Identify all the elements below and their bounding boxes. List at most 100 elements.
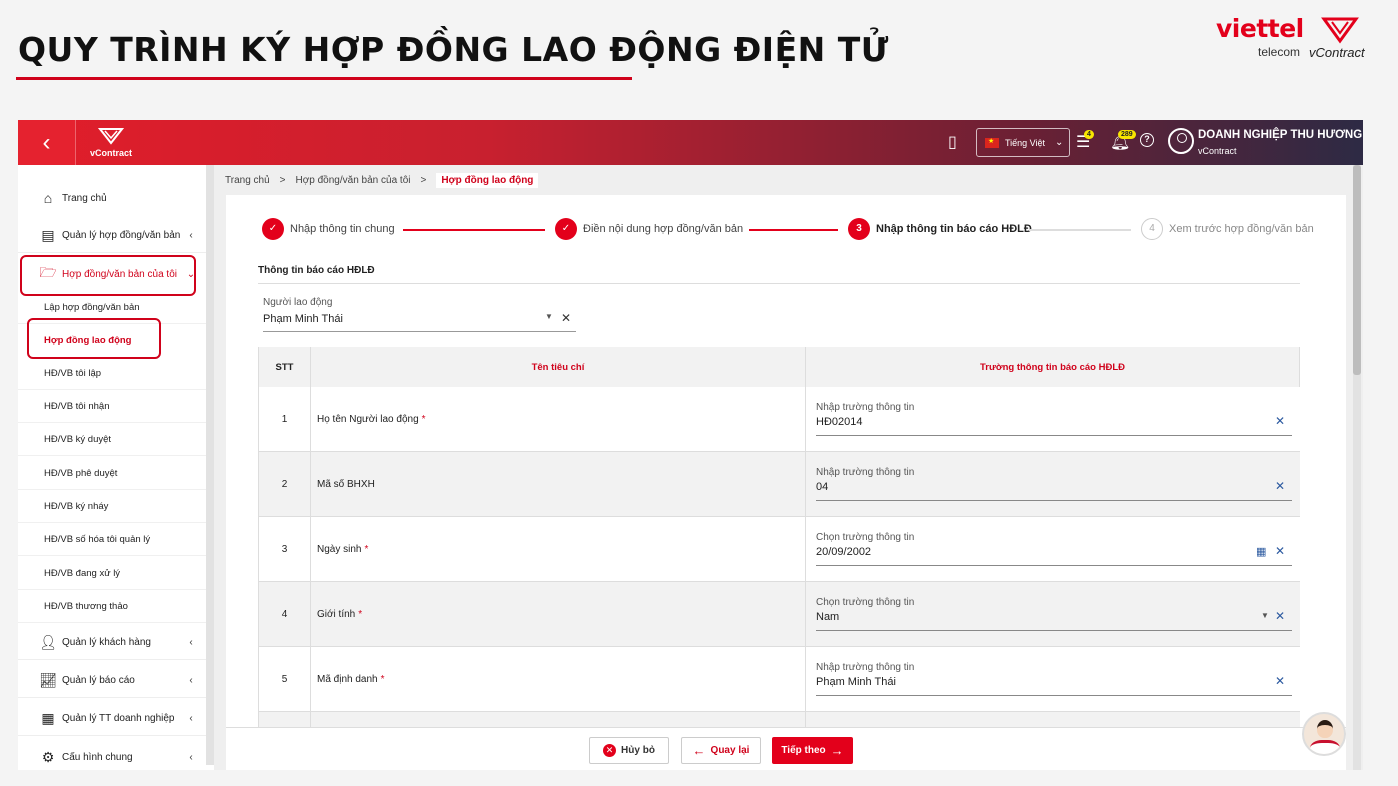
clear-icon[interactable]: ✕ xyxy=(1275,479,1285,493)
vcontract-logo-icon xyxy=(97,128,125,145)
sidebar-item-customers[interactable]: 👤︎ Quản lý khách hàng ‹ xyxy=(18,626,206,660)
content-scrollbar-thumb[interactable] xyxy=(1353,165,1361,375)
sidebar: ⌂ Trang chủ ▤ Quản lý hợp đồng/văn bản ‹… xyxy=(18,165,206,770)
table-row: 3 Ngày sinh * Chọn trường thông tin 20/09… xyxy=(258,517,1300,582)
caret-down-icon[interactable]: ▼ xyxy=(545,312,553,321)
app-logo[interactable]: vContract xyxy=(86,127,136,158)
cancel-button[interactable]: ✕ Hủy bỏ xyxy=(589,737,669,764)
step-3-label: Nhập thông tin báo cáo HĐLĐ xyxy=(876,223,1032,235)
gender-select[interactable]: Nam xyxy=(816,611,839,623)
step-4-number: 4 xyxy=(1141,218,1163,240)
user-name[interactable]: DOANH NGHIỆP THU HƯƠNG xyxy=(1198,129,1362,141)
sidebar-item-settings[interactable]: ⚙ Cấu hình chung ‹ xyxy=(18,740,206,770)
back-button[interactable]: ← Quay lại xyxy=(681,737,761,764)
language-label: Tiếng Việt xyxy=(1005,137,1046,148)
sidebar-sub-sign-review[interactable]: HĐ/VB ký duyệt xyxy=(18,423,206,456)
field-label: Chọn trường thông tin xyxy=(816,597,915,608)
sidebar-item-manage-docs[interactable]: ▤ Quản lý hợp đồng/văn bản ‹ xyxy=(18,219,206,253)
row-stt: 2 xyxy=(258,452,311,517)
breadcrumb-home[interactable]: Trang chủ xyxy=(225,175,270,186)
brand-telecom: telecom xyxy=(1258,45,1301,59)
field-underline xyxy=(816,630,1292,631)
back-arrow-button[interactable]: ‹ xyxy=(18,120,76,165)
cancel-label: Hủy bỏ xyxy=(621,745,655,756)
sidebar-sub-digitized[interactable]: HĐ/VB số hóa tôi quản lý xyxy=(18,523,206,556)
required-mark: * xyxy=(358,609,363,620)
next-label: Tiếp theo xyxy=(781,745,826,756)
arrow-left-icon: ← xyxy=(692,743,706,758)
field-label: Nhập trường thông tin xyxy=(816,402,915,413)
table-row: 1 Họ tên Người lao động * Nhập trường thô… xyxy=(258,387,1300,452)
row-criteria: Mã số BHXH xyxy=(311,452,806,517)
required-mark: * xyxy=(364,544,369,555)
chevron-left-icon: ‹ xyxy=(189,637,193,648)
virtual-assistant-avatar[interactable] xyxy=(1302,712,1346,756)
header-stt: STT xyxy=(258,347,311,387)
user-icon: 👤︎ xyxy=(39,634,57,650)
vietnam-flag-icon xyxy=(985,137,999,148)
field-input[interactable]: Phạm Minh Thái xyxy=(816,676,896,688)
field-underline xyxy=(816,565,1292,566)
caret-down-icon[interactable]: ▼ xyxy=(1261,611,1269,620)
table-row: 4 Giới tính * Chọn trường thông tin Nam ▼… xyxy=(258,582,1300,647)
sidebar-sub-received[interactable]: HĐ/VB tôi nhận xyxy=(18,390,206,423)
sidebar-scrollbar[interactable] xyxy=(206,165,214,765)
sidebar-item-home[interactable]: ⌂ Trang chủ xyxy=(18,181,206,215)
row-stt: 5 xyxy=(258,647,311,712)
help-icon[interactable]: ? xyxy=(1140,133,1154,147)
row-stt: 3 xyxy=(258,517,311,582)
breadcrumb: Trang chủ > Hợp đồng/văn bản của tôi > H… xyxy=(225,172,539,188)
avatar[interactable] xyxy=(1168,128,1194,154)
brand-vcontract: vContract xyxy=(1309,45,1365,60)
clear-icon[interactable]: ✕ xyxy=(1275,609,1285,623)
breadcrumb-current: Hợp đồng lao động xyxy=(436,172,539,188)
employee-underline xyxy=(263,331,576,332)
chevron-left-icon: ‹ xyxy=(42,128,51,156)
sidebar-sub-negotiating[interactable]: HĐ/VB thương thảo xyxy=(18,590,206,623)
row-criteria: Họ tên Người lao động * xyxy=(311,387,806,452)
employee-select[interactable]: Phạm Minh Thái xyxy=(263,313,343,325)
clear-icon[interactable]: ✕ xyxy=(561,311,571,325)
field-input[interactable]: 04 xyxy=(816,481,828,493)
sidebar-item-label: Quản lý hợp đồng/văn bản xyxy=(62,230,181,241)
chevron-left-icon: ‹ xyxy=(189,713,193,724)
sidebar-item-label: Quản lý TT doanh nghiệp xyxy=(62,713,175,724)
breadcrumb-my-docs[interactable]: Hợp đồng/văn bản của tôi xyxy=(296,175,411,186)
notification-badge: 289 xyxy=(1118,130,1136,139)
clear-icon[interactable]: ✕ xyxy=(1275,674,1285,688)
step-connector xyxy=(1029,229,1131,231)
field-label: Nhập trường thông tin xyxy=(816,467,915,478)
step-2-check-icon: ✓ xyxy=(555,218,577,240)
next-button[interactable]: Tiếp theo → xyxy=(772,737,853,764)
sidebar-sub-processing[interactable]: HĐ/VB đang xử lý xyxy=(18,557,206,590)
assistant-body xyxy=(1310,740,1340,754)
field-label: Nhập trường thông tin xyxy=(816,662,915,673)
breadcrumb-separator: > xyxy=(279,174,286,186)
chevron-left-icon: ‹ xyxy=(189,675,193,686)
language-select[interactable]: Tiếng Việt ⌄ xyxy=(976,128,1070,157)
field-underline xyxy=(816,695,1292,696)
field-underline xyxy=(816,435,1292,436)
row-criteria: Giới tính * xyxy=(311,582,806,647)
required-mark: * xyxy=(380,674,385,685)
field-underline xyxy=(816,500,1292,501)
gear-icon: ⚙ xyxy=(41,748,55,765)
chart-line-icon: 📈︎ xyxy=(39,672,57,688)
field-input[interactable]: HĐ02014 xyxy=(816,416,862,428)
sidebar-item-reports[interactable]: 📈︎ Quản lý báo cáo ‹ xyxy=(18,664,206,698)
calendar-icon[interactable]: ▦ xyxy=(1256,545,1266,558)
sidebar-sub-initial-sign[interactable]: HĐ/VB ký nháy xyxy=(18,490,206,523)
sidebar-sub-created-by-me[interactable]: HĐ/VB tôi lập xyxy=(18,357,206,390)
mobile-icon[interactable]: ▯ xyxy=(948,132,957,152)
document-icon: ▤ xyxy=(41,227,55,243)
clear-icon[interactable]: ✕ xyxy=(1275,544,1285,558)
sidebar-sub-approve[interactable]: HĐ/VB phê duyệt xyxy=(18,457,206,490)
building-icon: ▦ xyxy=(41,710,55,726)
vcontract-logo-icon xyxy=(1321,17,1359,44)
header-criteria: Tên tiêu chí xyxy=(311,347,806,387)
chevron-left-icon: ‹ xyxy=(189,230,193,241)
app-logo-text: vContract xyxy=(89,148,132,158)
date-input[interactable]: 20/09/2002 xyxy=(816,546,871,558)
sidebar-item-company[interactable]: ▦ Quản lý TT doanh nghiệp ‹ xyxy=(18,702,206,736)
clear-icon[interactable]: ✕ xyxy=(1275,414,1285,428)
